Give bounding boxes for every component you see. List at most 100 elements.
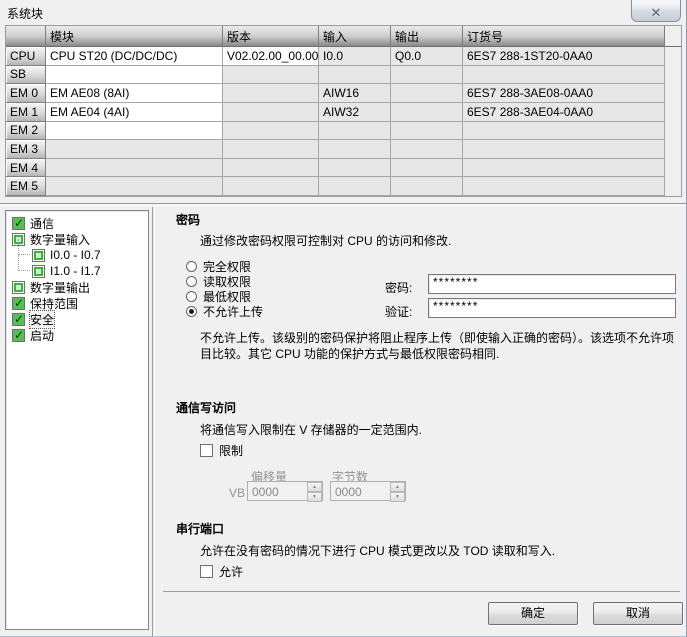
row-header[interactable]: SB <box>6 66 46 85</box>
radio-icon <box>186 291 197 302</box>
table-row-em0: EM 0 EM AE08 (8AI) AIW16 6ES7 288-3AE08-… <box>6 84 681 103</box>
radio-minimum-permission[interactable]: 最低权限 <box>186 289 251 303</box>
cell-order: 6ES7 288-3AE08-0AA0 <box>463 84 665 103</box>
cell-module[interactable]: EM AE08 (8AI) <box>46 84 223 103</box>
corner-header-cell <box>6 26 46 47</box>
cell-module[interactable] <box>46 122 223 141</box>
column-header-version[interactable]: 版本 <box>223 26 319 47</box>
password-description: 通过修改密码权限可控制对 CPU 的访问和修改. <box>200 232 451 249</box>
row-header[interactable]: EM 5 <box>6 177 46 196</box>
password-section-title: 密码 <box>176 211 200 228</box>
cell-version <box>223 177 319 196</box>
cell-order <box>463 122 665 141</box>
header-filler <box>665 26 681 47</box>
column-header-order[interactable]: 订货号 <box>463 26 665 47</box>
cell-output <box>391 103 463 122</box>
table-row-em3: EM 3 <box>6 140 681 159</box>
cell-input: AIW32 <box>319 103 391 122</box>
tree-item-communication[interactable]: 通信 <box>6 215 148 231</box>
offset-spinner[interactable]: 0000 <box>247 481 323 501</box>
row-header[interactable]: CPU <box>6 47 46 66</box>
row-header[interactable]: EM 0 <box>6 84 46 103</box>
cell-module[interactable]: CPU ST20 (DC/DC/DC) <box>46 47 223 66</box>
cancel-button[interactable]: 取消 <box>593 602 683 625</box>
cell-version <box>223 159 319 178</box>
row-header[interactable]: EM 4 <box>6 159 46 178</box>
cell-version <box>223 103 319 122</box>
password-note: 不允许上传。该级别的密码保护将阻止程序上传（即使输入正确的密码）。该选项不允许项… <box>200 330 682 362</box>
column-header-output[interactable]: 输出 <box>391 26 463 47</box>
column-header-input[interactable]: 输入 <box>319 26 391 47</box>
cell-output <box>391 140 463 159</box>
radio-icon <box>186 276 197 287</box>
module-table: 模块 版本 输入 输出 订货号 CPU CPU ST20 (DC/DC/DC) … <box>5 25 682 197</box>
spin-up-icon[interactable] <box>390 482 405 492</box>
cell-module[interactable] <box>46 177 223 196</box>
cell-order <box>463 177 665 196</box>
radio-read-permission[interactable]: 读取权限 <box>186 274 251 288</box>
close-button[interactable]: ✕ <box>631 0 681 22</box>
radio-disallow-upload[interactable]: 不允许上传 <box>186 304 263 318</box>
allow-checkbox[interactable]: 允许 <box>200 564 243 578</box>
cell-input <box>319 66 391 85</box>
cell-input: I0.0 <box>319 47 391 66</box>
cell-output <box>391 177 463 196</box>
title-bar: 系统块 ✕ <box>0 0 686 25</box>
cell-module[interactable] <box>46 140 223 159</box>
row-header[interactable]: EM 2 <box>6 122 46 141</box>
horizontal-splitter <box>0 203 687 206</box>
table-row-em5: EM 5 <box>6 177 681 196</box>
table-row-em2: EM 2 <box>6 122 681 141</box>
cell-module[interactable] <box>46 66 223 85</box>
ok-button[interactable]: 确定 <box>488 602 578 625</box>
green-box-icon <box>32 265 45 278</box>
restrict-checkbox[interactable]: 限制 <box>200 443 243 457</box>
cell-order <box>463 66 665 85</box>
checked-icon <box>12 217 25 230</box>
password-label: 密码: <box>385 279 412 296</box>
vb-label: VB <box>229 486 245 500</box>
tree-item-i10-i17[interactable]: I1.0 - I1.7 <box>6 263 148 279</box>
checked-icon <box>12 329 25 342</box>
verify-input[interactable]: ******** <box>428 298 676 318</box>
spin-up-icon[interactable] <box>307 482 322 492</box>
cell-module[interactable]: EM AE04 (4AI) <box>46 103 223 122</box>
serial-description: 允许在没有密码的情况下进行 CPU 模式更改以及 TOD 读取和写入. <box>200 542 555 559</box>
spin-down-icon[interactable] <box>307 492 322 502</box>
password-input[interactable]: ******** <box>428 274 676 294</box>
tree-item-security[interactable]: 安全 <box>6 311 148 327</box>
cell-module[interactable] <box>46 159 223 178</box>
cell-order <box>463 140 665 159</box>
comm-write-description: 将通信写入限制在 V 存储器的一定范围内. <box>200 421 422 438</box>
table-row-sb: SB <box>6 66 681 85</box>
tree-connector <box>18 239 30 255</box>
radio-full-permission[interactable]: 完全权限 <box>186 259 251 273</box>
bytes-spinner[interactable]: 0000 <box>330 481 406 501</box>
cell-version <box>223 122 319 141</box>
cell-order: 6ES7 288-3AE04-0AA0 <box>463 103 665 122</box>
radio-selected-icon <box>186 306 197 317</box>
cell-order: 6ES7 288-1ST20-0AA0 <box>463 47 665 66</box>
cell-output <box>391 66 463 85</box>
comm-write-section-title: 通信写访问 <box>176 399 236 416</box>
cell-input: AIW16 <box>319 84 391 103</box>
tree-item-digital-outputs[interactable]: 数字量输出 <box>6 279 148 295</box>
settings-tree: 通信 数字量输入 I0.0 - I0.7 I1.0 - I1.7 数字量输出 保… <box>5 210 149 630</box>
spin-down-icon[interactable] <box>390 492 405 502</box>
verify-label: 验证: <box>385 303 412 320</box>
green-box-icon <box>32 249 45 262</box>
tree-item-retentive-ranges[interactable]: 保持范围 <box>6 295 148 311</box>
cell-input <box>319 140 391 159</box>
system-block-dialog: 系统块 ✕ 模块 版本 输入 输出 订货号 CPU CPU ST20 (DC/D… <box>0 0 687 637</box>
cell-output <box>391 84 463 103</box>
cell-output <box>391 122 463 141</box>
table-header-row: 模块 版本 输入 输出 订货号 <box>6 26 681 47</box>
tree-item-startup[interactable]: 启动 <box>6 327 148 343</box>
footer-divider <box>163 591 680 592</box>
checked-icon <box>12 297 25 310</box>
row-header[interactable]: EM 1 <box>6 103 46 122</box>
cell-version[interactable]: V02.02.00_00.00... <box>223 47 319 66</box>
green-box-icon <box>12 281 25 294</box>
column-header-module[interactable]: 模块 <box>46 26 223 47</box>
row-header[interactable]: EM 3 <box>6 140 46 159</box>
